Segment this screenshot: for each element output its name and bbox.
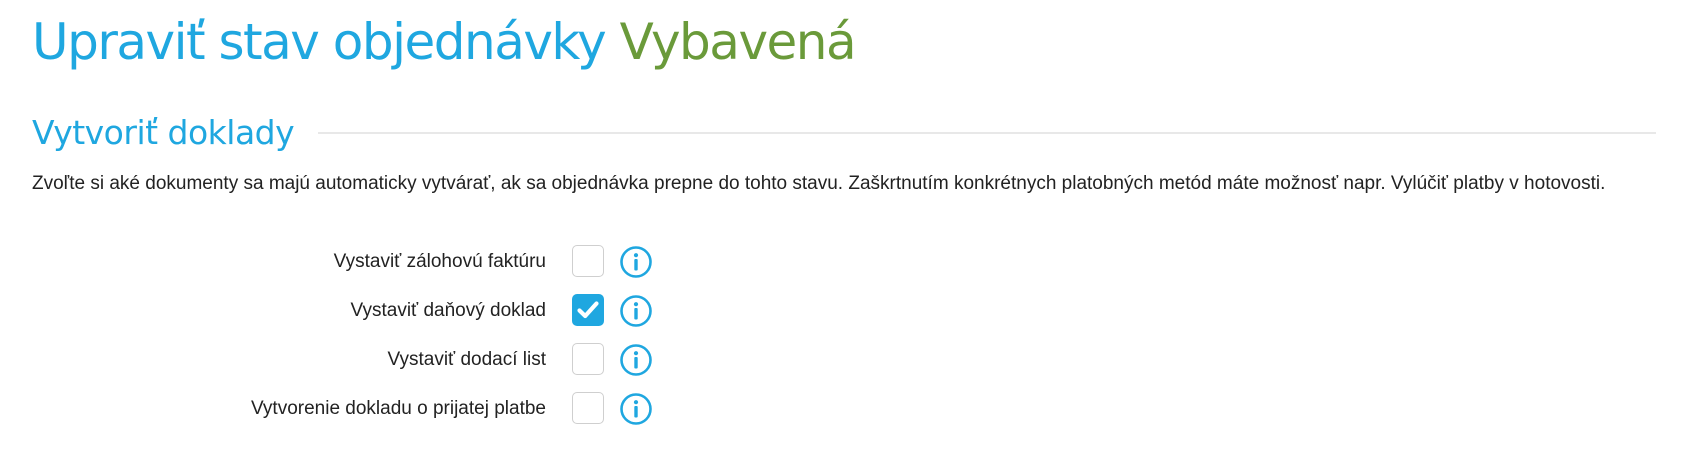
section-heading-text: Vytvoriť doklady — [32, 112, 295, 152]
page-title-main: Upraviť stav objednávky — [32, 13, 607, 71]
info-icon[interactable] — [619, 392, 653, 426]
section-heading: Vytvoriť doklady — [32, 104, 1656, 160]
option-row-delivery-note: Vystaviť dodací list — [0, 342, 700, 378]
check-icon — [577, 301, 599, 319]
checkbox-tax-document[interactable] — [572, 294, 604, 326]
option-label-tax-document: Vystaviť daňový doklad — [350, 300, 546, 321]
order-state-name: Vybavená — [619, 13, 857, 71]
info-icon[interactable] — [619, 294, 653, 328]
option-row-advance-invoice: Vystaviť zálohovú faktúru — [0, 244, 700, 280]
option-label-advance-invoice: Vystaviť zálohovú faktúru — [333, 251, 546, 272]
section-divider — [318, 132, 1656, 134]
option-label-delivery-note: Vystaviť dodací list — [387, 349, 547, 370]
option-row-tax-document: Vystaviť daňový doklad — [0, 293, 700, 329]
option-row-payment-receipt: Vytvorenie dokladu o prijatej platbe — [0, 391, 700, 427]
option-label-payment-receipt: Vytvorenie dokladu o prijatej platbe — [250, 398, 546, 419]
checkbox-delivery-note[interactable] — [572, 343, 604, 375]
checkbox-payment-receipt[interactable] — [572, 392, 604, 424]
section-description: Zvoľte si aké dokumenty sa majú automati… — [32, 173, 1606, 194]
page-title: Upraviť stav objednávky Vybavená — [32, 6, 857, 78]
info-icon[interactable] — [619, 245, 653, 279]
info-icon[interactable] — [619, 343, 653, 377]
checkbox-advance-invoice[interactable] — [572, 245, 604, 277]
